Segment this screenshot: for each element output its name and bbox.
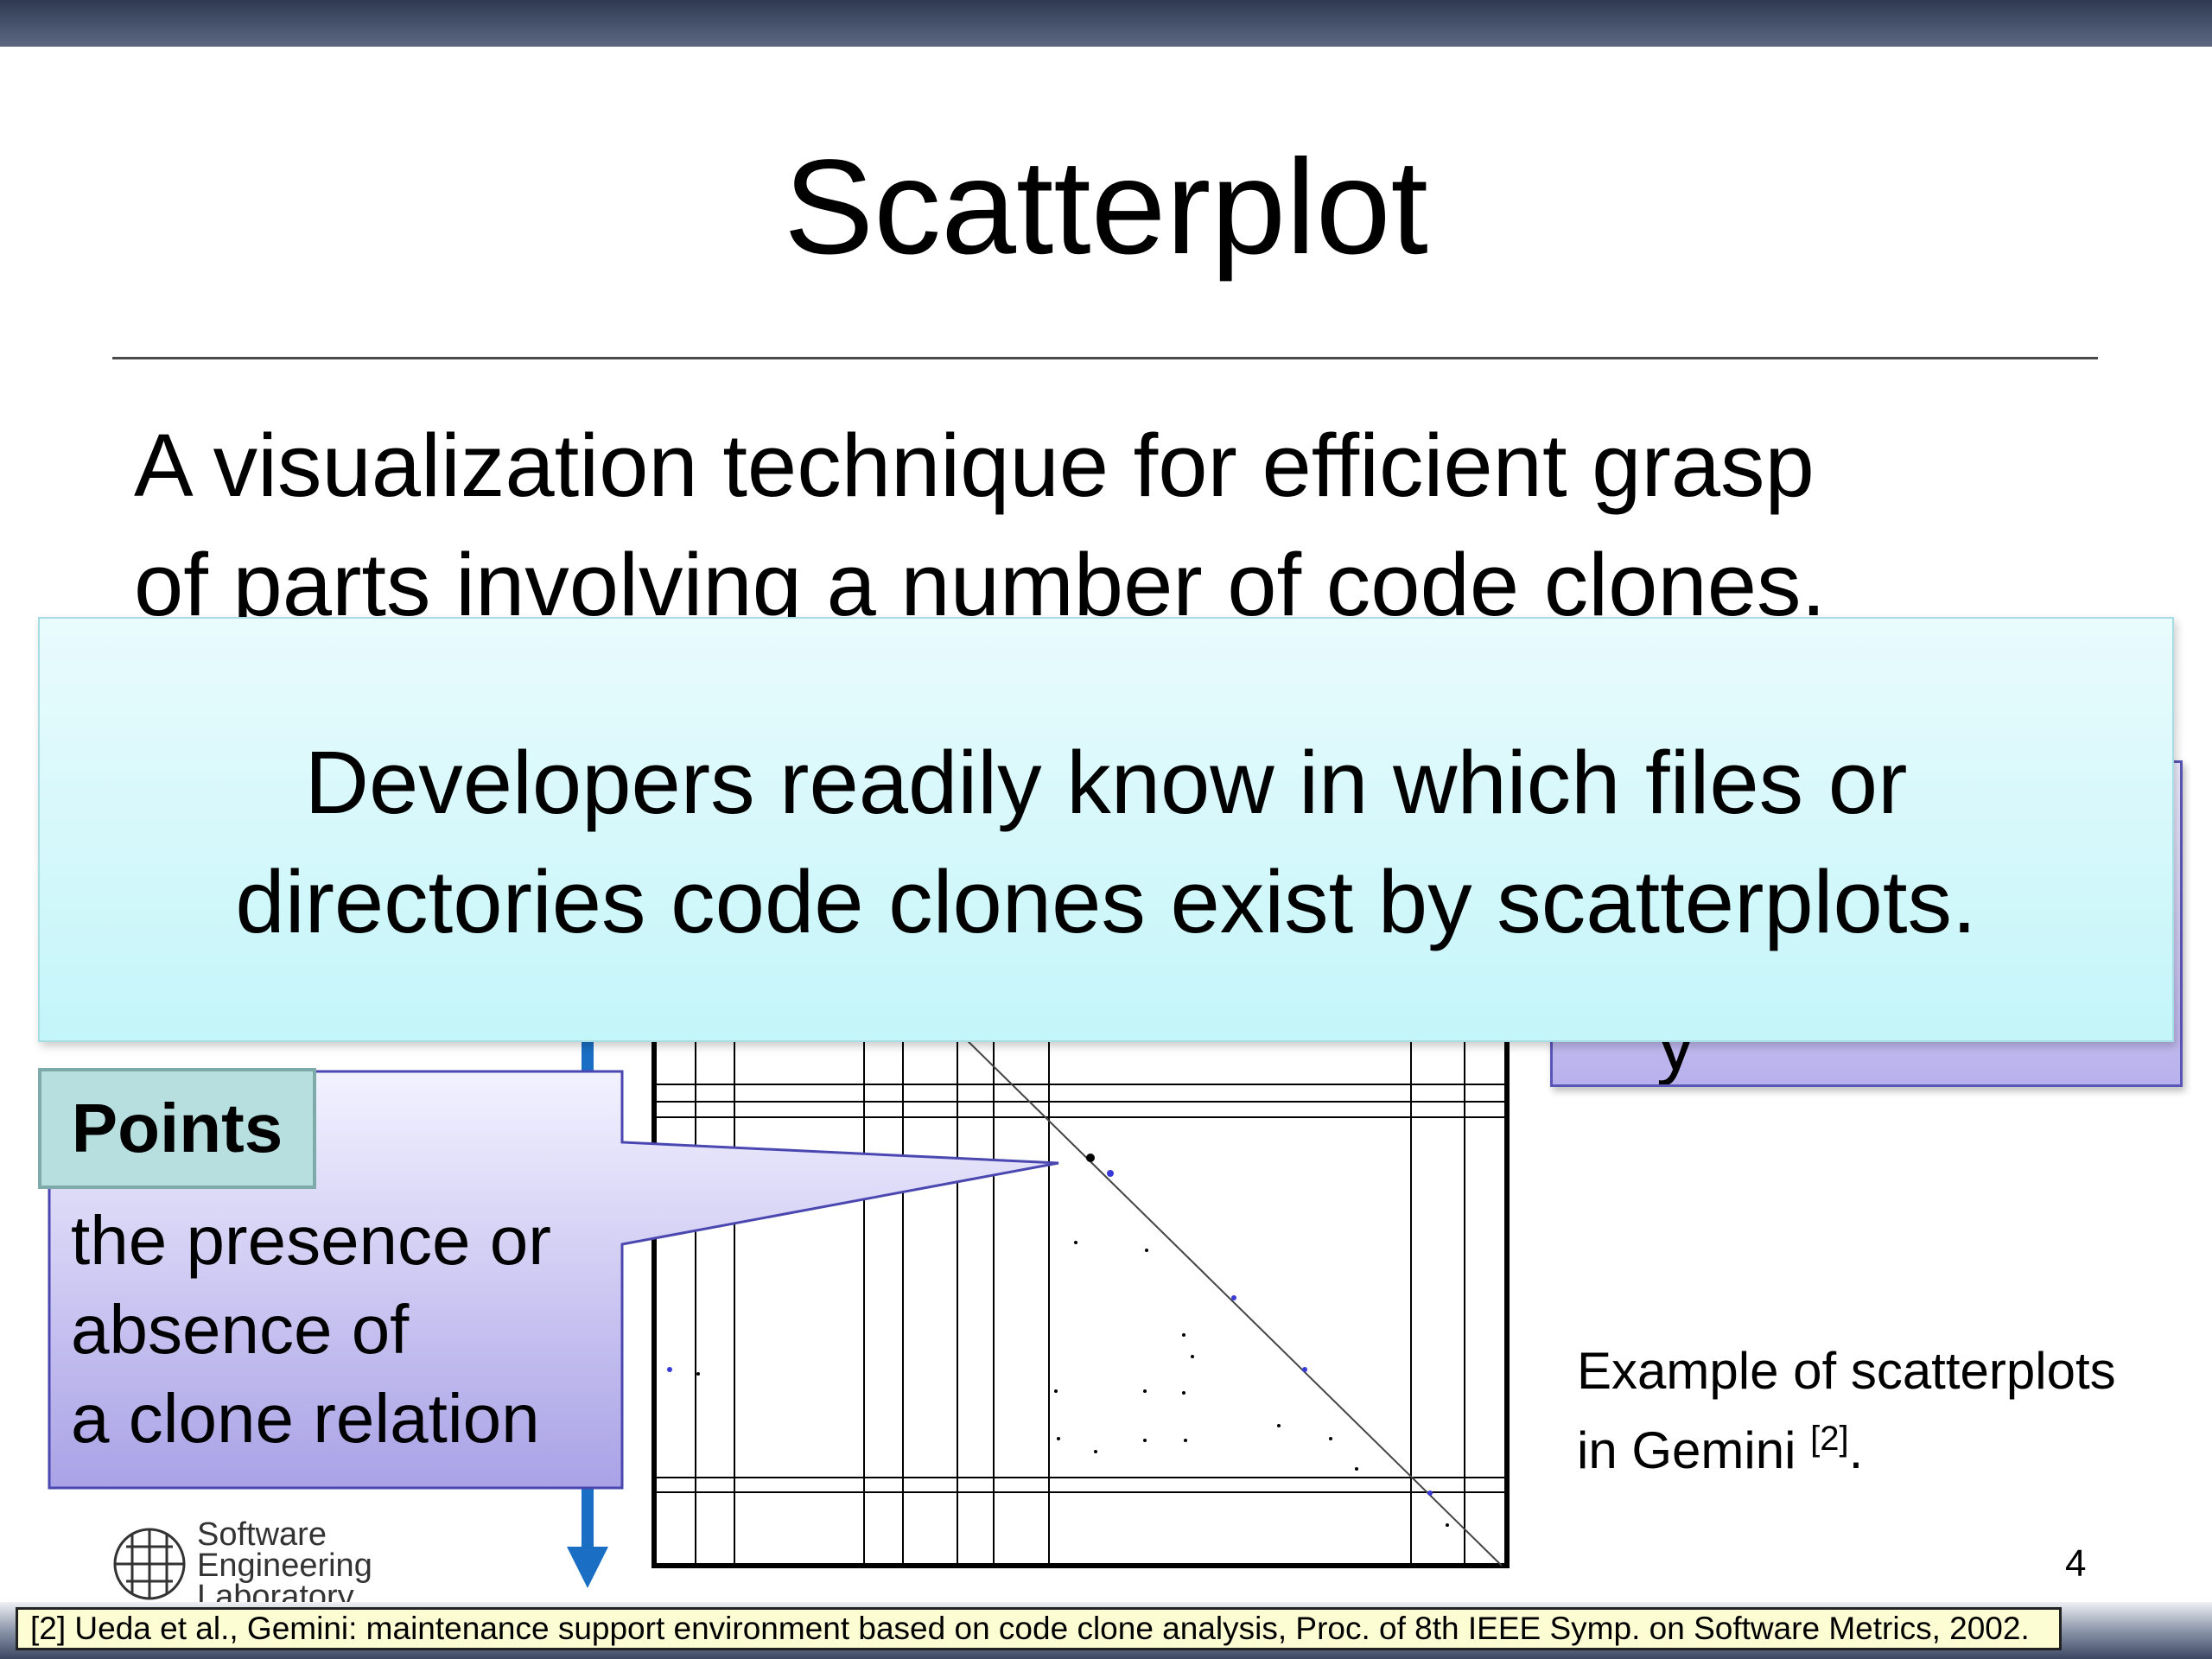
points-line-1: the presence or [71, 1202, 551, 1279]
caption-text: in Gemini [1577, 1421, 1811, 1479]
points-line-2: absence of [71, 1291, 410, 1368]
caption-line-2: in Gemini [2]. [1577, 1405, 2116, 1484]
page-number: 4 [2065, 1542, 2087, 1585]
footnote: [2] Ueda et al., Gemini: maintenance sup… [16, 1607, 2062, 1650]
caption-reference: [2] [1810, 1420, 1849, 1458]
points-badge: Points [38, 1068, 316, 1189]
points-text: the presence or absence of a clone relat… [71, 1196, 551, 1463]
caption-line-1: Example of scatterplots [1577, 1342, 2116, 1400]
figure-caption: Example of scatterplots in Gemini [2]. [1577, 1338, 2116, 1484]
logo-line-1: Software [197, 1516, 327, 1553]
lab-logo-text: Software Engineering Laboratory [197, 1516, 372, 1613]
points-line-3: a clone relation [71, 1380, 540, 1457]
caption-period: . [1848, 1421, 1864, 1479]
logo-line-2: Engineering [197, 1548, 372, 1584]
